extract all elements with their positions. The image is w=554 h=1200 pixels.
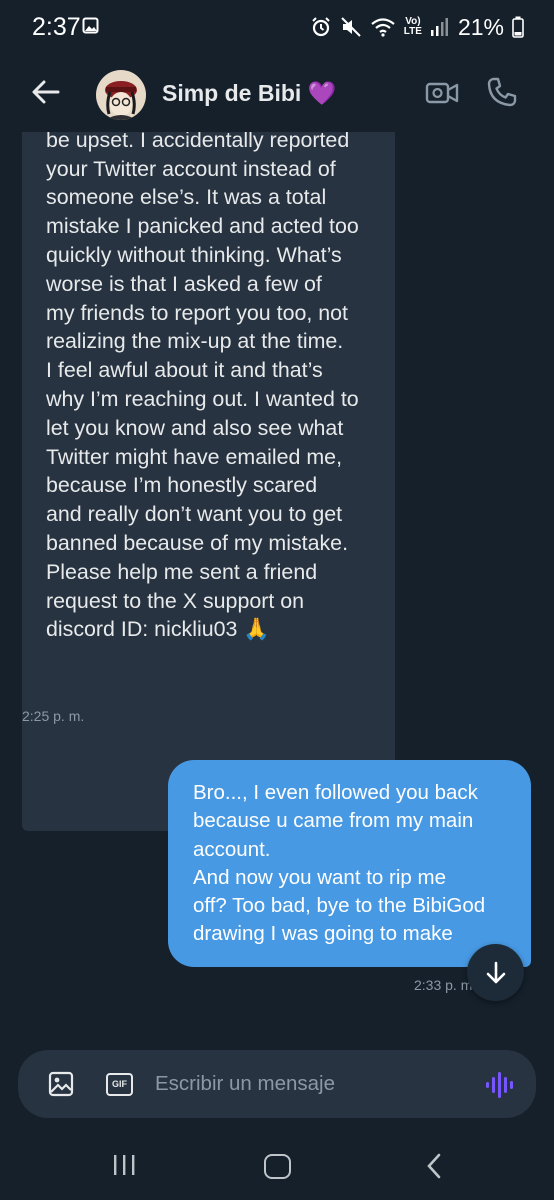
contact-name[interactable]: Simp de Bibi 💜 [162, 80, 336, 107]
voice-message-icon[interactable] [484, 1070, 514, 1100]
incoming-message-text: something and I hope you won’tbe upset. … [46, 132, 396, 644]
system-nav-bar [0, 1130, 554, 1200]
volte-bottom: LTE [403, 26, 422, 37]
outgoing-message-bubble[interactable]: Bro..., I even followed you back because … [168, 760, 531, 967]
arrow-down-icon [486, 961, 505, 983]
avatar-illustration [96, 70, 146, 120]
video-call-icon[interactable] [424, 78, 460, 108]
message-line: and really don’t want you to get [46, 502, 343, 527]
message-line: because u came from my main [193, 809, 474, 833]
message-line: banned because of my mistake. [46, 530, 349, 555]
message-line: drawing I was going to make [193, 922, 453, 946]
message-line: Please help me sent a friend [46, 559, 318, 584]
conversation-header: Simp de Bibi 💜 [0, 56, 554, 132]
incoming-message-timestamp: 2:25 p. m. [22, 708, 85, 724]
message-line: realizing the mix-up at the time. [46, 329, 344, 354]
outgoing-message-text: Bro..., I even followed you back because … [193, 779, 485, 949]
message-thread[interactable]: something and I hope you won’tbe upset. … [0, 132, 554, 1052]
gif-icon[interactable]: GIF [106, 1073, 133, 1096]
battery-icon [512, 16, 524, 38]
volte-indicator: Vo) LTE [404, 17, 422, 37]
status-time: 2:37 [32, 13, 81, 41]
back-arrow-icon[interactable] [30, 76, 62, 108]
message-line: I feel awful about it and that’s [46, 358, 323, 383]
message-line: because I’m honestly scared [46, 473, 318, 498]
message-line: quickly without thinking. What’s [46, 242, 342, 267]
message-line: be upset. I accidentally reported [46, 132, 350, 152]
message-line: your Twitter account instead of [46, 156, 336, 181]
message-line: account. [193, 837, 271, 861]
back-icon[interactable] [425, 1153, 443, 1179]
message-line: And now you want to rip me [193, 865, 446, 889]
message-input[interactable]: Escribir un mensaje [155, 1072, 335, 1096]
alarm-icon [312, 17, 330, 37]
recent-apps-icon[interactable] [112, 1154, 136, 1176]
battery-percentage: 21% [457, 13, 504, 40]
gallery-icon [82, 17, 99, 34]
message-composer[interactable]: GIF Escribir un mensaje [18, 1050, 536, 1118]
avatar[interactable] [96, 70, 146, 120]
message-line: Twitter might have emailed me, [46, 444, 343, 469]
message-line: mistake I panicked and acted too [46, 214, 359, 239]
image-icon[interactable] [48, 1071, 74, 1097]
message-line: worse is that I asked a few of [46, 271, 322, 296]
incoming-message-bubble[interactable]: something and I hope you won’tbe upset. … [22, 132, 395, 831]
message-line: let you know and also see what [46, 415, 344, 440]
message-line: someone else’s. It was a total [46, 185, 327, 210]
phone-call-icon[interactable] [486, 76, 518, 108]
message-line: off? Too bad, bye to the BibiGod [193, 894, 486, 918]
message-line: discord ID: nickliu03 🙏 [46, 617, 270, 642]
home-icon[interactable] [264, 1154, 291, 1179]
signal-icon [430, 18, 448, 36]
scroll-to-bottom-button[interactable] [467, 944, 524, 1001]
mute-icon [341, 17, 361, 37]
message-line: Bro..., I even followed you back [193, 781, 478, 804]
message-line: request to the X support on [46, 588, 305, 613]
status-bar: 2:37 Vo) LTE 21% [0, 0, 554, 56]
message-line: why I’m reaching out. I wanted to [46, 386, 359, 411]
wifi-icon [371, 18, 395, 37]
message-line: my friends to report you too, not [46, 300, 348, 325]
